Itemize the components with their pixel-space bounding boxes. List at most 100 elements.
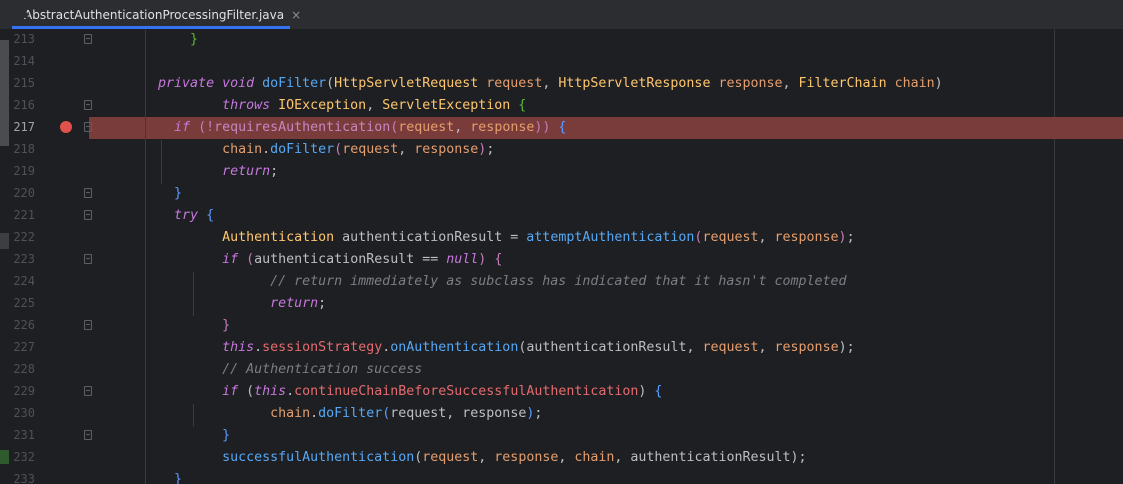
code-token: null: [446, 252, 479, 267]
fold-icon[interactable]: [84, 430, 92, 440]
line-number[interactable]: 229: [9, 384, 35, 398]
code-token: continueChainBeforeSuccessfulAuthenticat…: [294, 384, 639, 399]
fold-icon[interactable]: [84, 34, 92, 44]
code-line[interactable]: 227 this.sessionStrategy.onAuthenticatio…: [9, 337, 1123, 359]
code-token: if: [222, 252, 247, 267]
code-token: doFilter: [270, 142, 335, 157]
code-text: }: [126, 471, 182, 484]
code-line[interactable]: 225 return;: [9, 293, 1123, 315]
line-number[interactable]: 222: [9, 230, 35, 244]
fold-icon[interactable]: [84, 210, 92, 220]
indent-guide: [193, 404, 194, 426]
code-line[interactable]: 233 }: [9, 469, 1123, 484]
code-token: ,: [758, 340, 775, 355]
fold-icon[interactable]: [84, 320, 92, 330]
code-line[interactable]: 232 successfulAuthentication(request, re…: [9, 447, 1123, 469]
code-token: {: [494, 252, 503, 267]
code-token: );: [838, 340, 855, 355]
fold-icon[interactable]: [84, 254, 92, 264]
code-token: {: [518, 98, 527, 113]
active-tab-indicator: [12, 26, 290, 29]
code-line[interactable]: 226 }: [9, 315, 1123, 337]
close-icon[interactable]: ×: [291, 8, 301, 22]
line-number[interactable]: 228: [9, 362, 35, 376]
code-token: chain: [894, 76, 935, 91]
code-text: chain.doFilter(request, response);: [126, 405, 542, 423]
code-line[interactable]: 213 }: [9, 30, 1123, 51]
code-line[interactable]: 228 // Authentication success: [9, 359, 1123, 381]
fold-icon[interactable]: [84, 386, 92, 396]
code-token: ServletException: [382, 98, 519, 113]
fold-icon[interactable]: [84, 188, 92, 198]
line-number[interactable]: 224: [9, 274, 35, 288]
code-token: doFilter: [262, 76, 327, 91]
line-number[interactable]: 214: [9, 54, 35, 68]
code-token: ,: [446, 406, 463, 421]
code-token: ;: [318, 296, 327, 311]
line-number[interactable]: 225: [9, 296, 35, 310]
line-number[interactable]: 220: [9, 186, 35, 200]
code-token: onAuthentication: [390, 340, 519, 355]
code-line[interactable]: 223 if (authenticationResult == null) {: [9, 249, 1123, 271]
code-token: .: [262, 142, 271, 157]
fold-icon[interactable]: [84, 100, 92, 110]
code-line[interactable]: 217 if (!requiresAuthentication(request,…: [9, 117, 1123, 139]
line-number[interactable]: 221: [9, 208, 35, 222]
breakpoint-icon[interactable]: [60, 121, 72, 133]
line-number[interactable]: 232: [9, 450, 35, 464]
code-line[interactable]: 216 throws IOException, ServletException…: [9, 95, 1123, 117]
code-token: return: [270, 296, 319, 311]
code-line[interactable]: 222 Authentication authenticationResult …: [9, 227, 1123, 249]
line-number[interactable]: 213: [9, 32, 35, 46]
code-token: ): [934, 76, 943, 91]
code-line[interactable]: 220 }: [9, 183, 1123, 205]
line-number[interactable]: 217: [9, 120, 35, 134]
code-text: Authentication authenticationResult = at…: [126, 229, 855, 247]
line-number[interactable]: 226: [9, 318, 35, 332]
code-line[interactable]: 231 }: [9, 425, 1123, 447]
code-text: throws IOException, ServletException {: [126, 97, 526, 115]
code-line[interactable]: 215 private void doFilter(HttpServletReq…: [9, 73, 1123, 95]
code-line[interactable]: 218 chain.doFilter(request, response);: [9, 139, 1123, 161]
code-line[interactable]: 214: [9, 51, 1123, 73]
editor-tab-bar: AbstractAuthenticationProcessingFilter.j…: [0, 0, 1123, 30]
code-token: requiresAuthentication: [214, 120, 391, 135]
code-text: return;: [126, 295, 326, 313]
code-token: request: [342, 142, 399, 157]
code-token: attemptAuthentication: [526, 230, 695, 245]
code-token: ): [838, 230, 847, 245]
line-number[interactable]: 230: [9, 406, 35, 420]
code-token: ;: [846, 230, 855, 245]
code-text: // return immediately as subclass has in…: [126, 273, 846, 291]
code-line[interactable]: 230 chain.doFilter(request, response);: [9, 403, 1123, 425]
code-token: }: [222, 428, 231, 443]
fold-icon[interactable]: [84, 122, 92, 132]
tab-abstract-authentication-processing-filter[interactable]: AbstractAuthenticationProcessingFilter.j…: [12, 0, 301, 29]
code-line[interactable]: 219 return;: [9, 161, 1123, 183]
code-token: if: [222, 384, 247, 399]
line-number[interactable]: 215: [9, 76, 35, 90]
code-text: }: [126, 427, 230, 445]
code-line[interactable]: 229 if (this.continueChainBeforeSuccessf…: [9, 381, 1123, 403]
code-token: if: [174, 120, 199, 135]
line-number[interactable]: 233: [9, 472, 35, 484]
code-token: (!: [198, 120, 215, 135]
code-editor[interactable]: 213 } 214 215 private void doFilter(HttpSe…: [9, 30, 1123, 484]
line-number[interactable]: 223: [9, 252, 35, 266]
code-token: response: [470, 120, 535, 135]
code-line[interactable]: 224 // return immediately as subclass ha…: [9, 271, 1123, 293]
line-number[interactable]: 216: [9, 98, 35, 112]
line-number[interactable]: 227: [9, 340, 35, 354]
line-number[interactable]: 218: [9, 142, 35, 156]
code-token: ,: [398, 142, 415, 157]
code-line[interactable]: 221 try {: [9, 205, 1123, 227]
code-token: ): [638, 384, 655, 399]
line-number[interactable]: 219: [9, 164, 35, 178]
code-token: FilterChain: [798, 76, 895, 91]
code-text: if (!requiresAuthentication(request, res…: [126, 119, 566, 137]
line-number[interactable]: 231: [9, 428, 35, 442]
